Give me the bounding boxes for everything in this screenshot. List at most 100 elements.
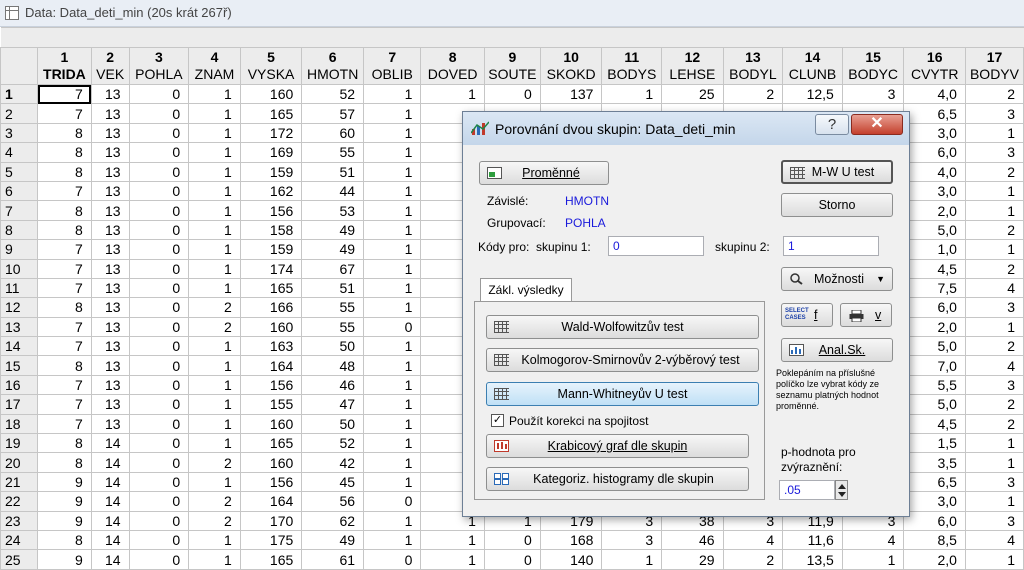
wald-wolfowitz-button[interactable]: Wald-Wolfowitzův test — [486, 315, 759, 339]
data-cell[interactable]: 1 — [363, 258, 422, 279]
row-header[interactable]: 18 — [0, 413, 39, 435]
data-cell[interactable]: 52 — [301, 433, 365, 454]
data-cell[interactable]: 2 — [964, 219, 1024, 241]
data-cell[interactable]: 4 — [964, 529, 1024, 551]
data-cell[interactable]: 160 — [239, 83, 303, 105]
data-cell[interactable]: 0 — [128, 258, 190, 279]
data-cell[interactable]: 49 — [301, 219, 365, 241]
help-button[interactable]: ? — [815, 114, 849, 135]
data-cell[interactable]: 50 — [301, 413, 365, 435]
data-cell[interactable]: 0 — [128, 277, 190, 299]
data-cell[interactable]: 8 — [37, 142, 92, 163]
data-cell[interactable]: 7 — [37, 413, 92, 435]
data-cell[interactable]: 3 — [964, 510, 1024, 531]
data-cell[interactable]: 0 — [128, 355, 190, 376]
data-cell[interactable]: 1 — [363, 374, 422, 396]
column-header[interactable]: 1 TRIDA — [37, 47, 92, 85]
row-header[interactable]: 3 — [0, 122, 39, 144]
data-cell[interactable]: 1 — [363, 83, 422, 105]
data-cell[interactable]: 13 — [90, 142, 130, 163]
data-cell[interactable]: 1 — [188, 103, 241, 124]
data-cell[interactable]: 14 — [90, 471, 130, 493]
data-cell[interactable]: 164 — [239, 355, 303, 376]
column-header[interactable]: 16 CVYTR — [903, 47, 966, 85]
data-cell[interactable]: 0 — [128, 510, 190, 531]
data-cell[interactable]: 140 — [539, 549, 603, 570]
data-cell[interactable]: 1 — [188, 122, 241, 144]
data-cell[interactable]: 1 — [363, 277, 422, 299]
data-cell[interactable]: 0 — [128, 103, 190, 124]
data-cell[interactable]: 1 — [188, 433, 241, 454]
data-cell[interactable]: 2 — [188, 510, 241, 531]
data-cell[interactable]: 1 — [363, 200, 422, 221]
data-cell[interactable]: 1 — [363, 180, 422, 202]
data-cell[interactable]: 0 — [128, 374, 190, 396]
data-cell[interactable]: 1 — [363, 297, 422, 318]
data-cell[interactable]: 7 — [37, 258, 92, 279]
data-cell[interactable]: 14 — [90, 549, 130, 570]
column-header[interactable]: 13 BODYL — [722, 47, 784, 85]
data-cell[interactable]: 7 — [37, 394, 92, 415]
data-cell[interactable]: 1 — [363, 161, 422, 182]
data-cell[interactable]: 8 — [37, 529, 92, 551]
row-header[interactable]: 14 — [0, 336, 39, 357]
data-cell[interactable]: 51 — [301, 161, 365, 182]
data-cell[interactable]: 2 — [964, 413, 1024, 435]
data-cell[interactable]: 1 — [363, 471, 422, 493]
data-cell[interactable]: 1 — [188, 471, 241, 493]
column-header[interactable]: 5 VYSKA — [239, 47, 303, 85]
data-cell[interactable]: 1 — [601, 549, 663, 570]
data-cell[interactable]: 13 — [90, 122, 130, 144]
data-cell[interactable]: 160 — [239, 316, 303, 338]
group2-code-field[interactable]: 1 — [783, 236, 879, 256]
data-cell[interactable]: 3,0 — [903, 491, 966, 512]
data-cell[interactable]: 1 — [420, 83, 485, 105]
data-cell[interactable]: 5,0 — [903, 394, 966, 415]
data-cell[interactable]: 2 — [964, 83, 1024, 105]
row-header[interactable]: 22 — [0, 491, 39, 512]
data-cell[interactable]: 165 — [239, 433, 303, 454]
data-cell[interactable]: 42 — [301, 452, 365, 473]
data-cell[interactable]: 51 — [301, 277, 365, 299]
data-cell[interactable]: 9 — [37, 491, 92, 512]
column-header[interactable]: 9 SOUTE — [483, 47, 541, 85]
data-cell[interactable]: 168 — [539, 529, 603, 551]
data-cell[interactable]: 8 — [37, 433, 92, 454]
data-cell[interactable]: 13 — [90, 336, 130, 357]
data-cell[interactable]: 165 — [239, 103, 303, 124]
data-cell[interactable]: 1 — [420, 529, 485, 551]
data-cell[interactable]: 46 — [661, 529, 724, 551]
data-cell[interactable]: 1 — [363, 413, 422, 435]
data-cell[interactable]: 1 — [188, 258, 241, 279]
data-cell[interactable]: 4,0 — [903, 161, 966, 182]
column-header[interactable]: 7 OBLIB — [363, 47, 422, 85]
data-cell[interactable]: 5,0 — [903, 219, 966, 241]
data-cell[interactable]: 55 — [301, 297, 365, 318]
data-cell[interactable]: 1 — [188, 549, 241, 570]
dependent-value[interactable]: HMOTN — [565, 194, 609, 208]
data-cell[interactable]: 13 — [90, 413, 130, 435]
data-cell[interactable]: 0 — [128, 219, 190, 241]
data-cell[interactable]: 56 — [301, 491, 365, 512]
data-cell[interactable]: 1 — [188, 394, 241, 415]
data-cell[interactable]: 6,0 — [903, 297, 966, 318]
anal-sk-button[interactable]: Anal.Sk. — [781, 338, 893, 362]
data-cell[interactable]: 0 — [128, 316, 190, 338]
column-header[interactable]: 8 DOVED — [420, 47, 485, 85]
data-cell[interactable]: 0 — [128, 452, 190, 473]
data-cell[interactable]: 7 — [37, 374, 92, 396]
column-header[interactable]: 4 ZNAM — [188, 47, 241, 85]
row-header[interactable]: 21 — [0, 471, 39, 493]
column-header[interactable]: 6 HMOTN — [301, 47, 365, 85]
data-cell[interactable]: 48 — [301, 355, 365, 376]
kolmogorov-smirnov-button[interactable]: Kolmogorov-Smirnovův 2-výběrový test — [486, 348, 759, 372]
data-cell[interactable]: 14 — [90, 491, 130, 512]
row-header[interactable]: 15 — [0, 355, 39, 376]
data-cell[interactable]: 14 — [90, 510, 130, 531]
data-cell[interactable]: 156 — [239, 374, 303, 396]
data-cell[interactable]: 62 — [301, 510, 365, 531]
data-cell[interactable]: 0 — [128, 297, 190, 318]
row-header[interactable]: 13 — [0, 316, 39, 338]
data-cell[interactable]: 13 — [90, 394, 130, 415]
data-cell[interactable]: 160 — [239, 413, 303, 435]
